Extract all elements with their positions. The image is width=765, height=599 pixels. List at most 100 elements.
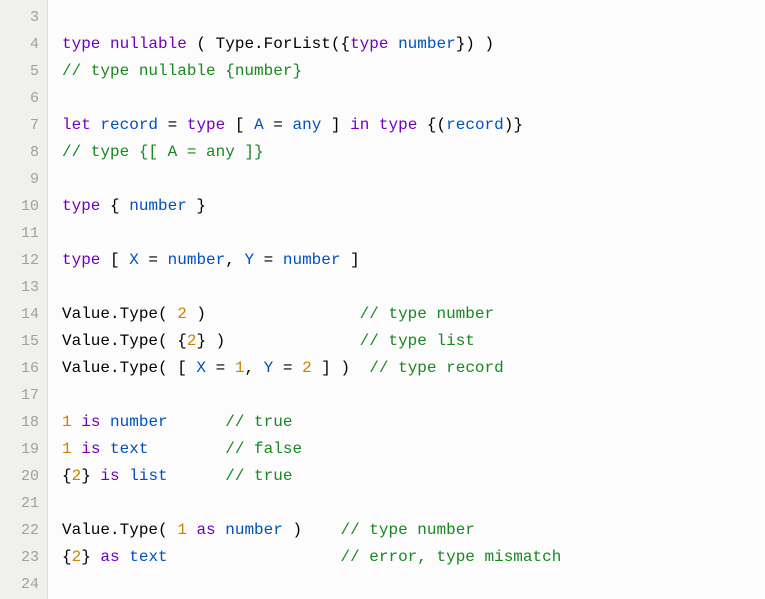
token-kw-id: record xyxy=(446,116,504,134)
code-line[interactable] xyxy=(62,220,765,247)
token-num: 1 xyxy=(177,521,187,539)
code-line[interactable]: Value.Type( 2 ) // type number xyxy=(62,301,765,328)
token-func: Type.ForList xyxy=(216,35,331,53)
token-kw-id: text xyxy=(129,548,167,566)
line-number: 17 xyxy=(4,382,39,409)
line-number: 24 xyxy=(4,571,39,598)
token-comment: // type list xyxy=(360,332,475,350)
line-number: 13 xyxy=(4,274,39,301)
token-op: ( xyxy=(158,305,177,323)
token-op: )} xyxy=(504,116,523,134)
token-kw-type: type xyxy=(187,116,225,134)
token-kw-id: Y xyxy=(264,359,274,377)
token-op: } xyxy=(81,467,100,485)
token-kw-id: number xyxy=(398,35,456,53)
code-line[interactable] xyxy=(62,4,765,31)
token-op: ) xyxy=(187,305,360,323)
code-line[interactable] xyxy=(62,85,765,112)
token-kw-id: number xyxy=(110,413,168,431)
code-editor: 3456789101112131415161718192021222324 ty… xyxy=(0,0,765,599)
code-line[interactable]: Value.Type( {2} ) // type list xyxy=(62,328,765,355)
line-number-gutter: 3456789101112131415161718192021222324 xyxy=(0,0,48,599)
line-number: 20 xyxy=(4,463,39,490)
token-kw-id: Y xyxy=(244,251,254,269)
token-num: 2 xyxy=(72,548,82,566)
token-op: , xyxy=(225,251,244,269)
token-op: ({ xyxy=(331,35,350,53)
token-op: ( [ xyxy=(158,359,196,377)
token-op: [ xyxy=(225,116,254,134)
code-line[interactable]: {2} as text // error, type mismatch xyxy=(62,544,765,571)
code-line[interactable]: type { number } xyxy=(62,193,765,220)
token-kw-type: nullable xyxy=(110,35,187,53)
token-comment: // type record xyxy=(369,359,503,377)
token-op: }) ) xyxy=(456,35,494,53)
token-op xyxy=(168,413,226,431)
token-op: ( { xyxy=(158,332,187,350)
token-op: ] ) xyxy=(312,359,370,377)
token-comment: // type nullable {number} xyxy=(62,62,302,80)
code-line[interactable]: let record = type [ A = any ] in type {(… xyxy=(62,112,765,139)
token-kw-type: in xyxy=(350,116,369,134)
code-line[interactable]: {2} is list // true xyxy=(62,463,765,490)
code-line[interactable] xyxy=(62,274,765,301)
line-number: 11 xyxy=(4,220,39,247)
token-func: Value.Type xyxy=(62,332,158,350)
code-line[interactable]: 1 is number // true xyxy=(62,409,765,436)
token-op: ] xyxy=(340,251,359,269)
token-num: 2 xyxy=(177,305,187,323)
token-kw-id: X xyxy=(129,251,139,269)
code-line[interactable] xyxy=(62,166,765,193)
code-line[interactable]: type [ X = number, Y = number ] xyxy=(62,247,765,274)
token-func: Value.Type xyxy=(62,359,158,377)
token-comment: // true xyxy=(225,467,292,485)
token-op: ] xyxy=(321,116,350,134)
line-number: 8 xyxy=(4,139,39,166)
code-line[interactable] xyxy=(62,571,765,598)
token-kw-type: type xyxy=(62,251,100,269)
token-kw-id: A xyxy=(254,116,264,134)
token-comment: // true xyxy=(225,413,292,431)
code-line[interactable] xyxy=(62,490,765,517)
token-op xyxy=(120,467,130,485)
token-op xyxy=(168,467,226,485)
code-line[interactable]: // type nullable {number} xyxy=(62,58,765,85)
token-kw-id: number xyxy=(283,251,341,269)
token-kw-type: type xyxy=(350,35,388,53)
code-line[interactable]: Value.Type( 1 as number ) // type number xyxy=(62,517,765,544)
code-line[interactable]: type nullable ( Type.ForList({type numbe… xyxy=(62,31,765,58)
line-number: 23 xyxy=(4,544,39,571)
token-func: Value.Type xyxy=(62,521,158,539)
code-line[interactable]: // type {[ A = any ]} xyxy=(62,139,765,166)
token-op: } xyxy=(81,548,100,566)
token-num: 2 xyxy=(187,332,197,350)
token-op xyxy=(72,413,82,431)
token-op: = xyxy=(206,359,235,377)
line-number: 18 xyxy=(4,409,39,436)
token-op: } xyxy=(187,197,206,215)
token-op xyxy=(72,440,82,458)
code-line[interactable]: 1 is text // false xyxy=(62,436,765,463)
token-kw-id: text xyxy=(110,440,148,458)
code-line[interactable]: Value.Type( [ X = 1, Y = 2 ] ) // type r… xyxy=(62,355,765,382)
token-op: = xyxy=(264,116,293,134)
token-op xyxy=(91,116,101,134)
line-number: 16 xyxy=(4,355,39,382)
token-op: [ xyxy=(100,251,129,269)
token-num: 1 xyxy=(235,359,245,377)
line-number: 7 xyxy=(4,112,39,139)
line-number: 22 xyxy=(4,517,39,544)
token-op xyxy=(187,521,197,539)
line-number: 5 xyxy=(4,58,39,85)
token-op: ( xyxy=(187,35,216,53)
code-area[interactable]: type nullable ( Type.ForList({type numbe… xyxy=(48,0,765,599)
token-num: 1 xyxy=(62,440,72,458)
code-line[interactable] xyxy=(62,382,765,409)
token-kw-id: number xyxy=(129,197,187,215)
line-number: 3 xyxy=(4,4,39,31)
token-kw-id: record xyxy=(100,116,158,134)
line-number: 12 xyxy=(4,247,39,274)
token-op: = xyxy=(139,251,168,269)
token-kw-type: as xyxy=(196,521,215,539)
line-number: 10 xyxy=(4,193,39,220)
